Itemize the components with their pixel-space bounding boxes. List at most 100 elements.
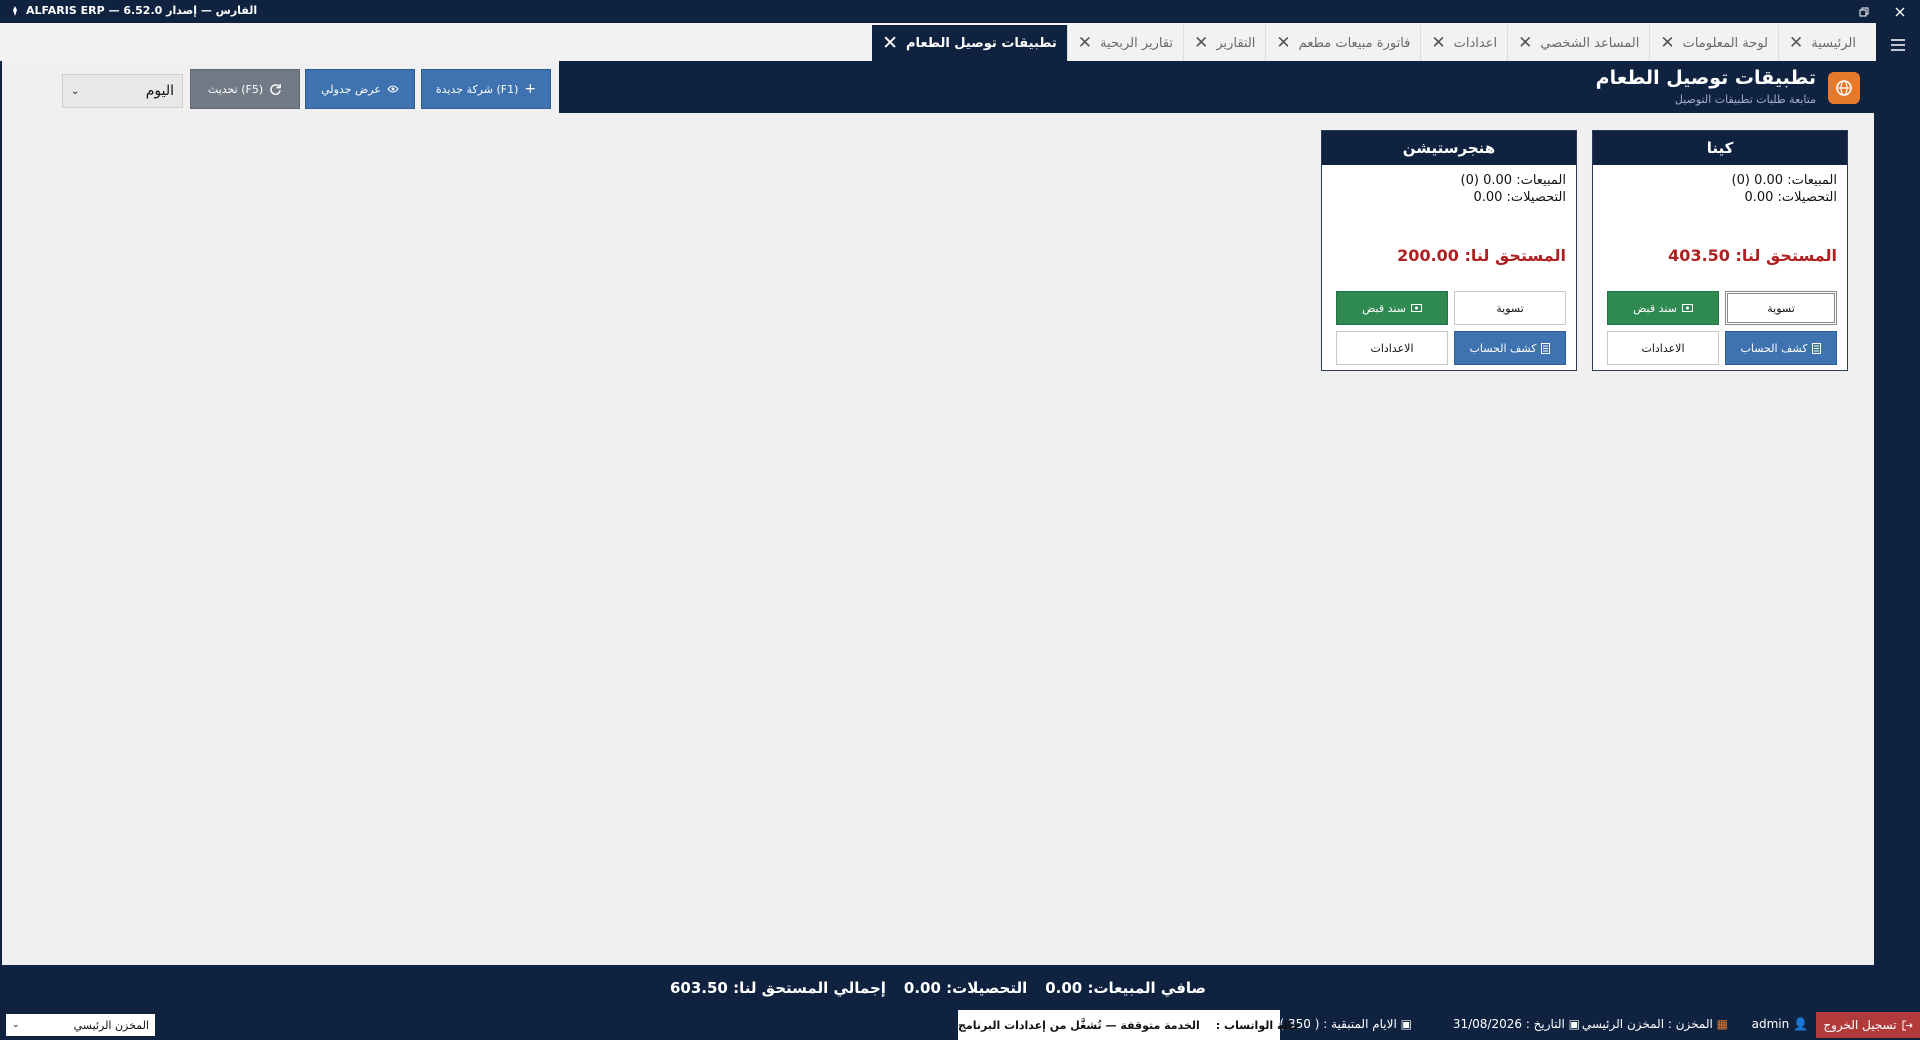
tab-reports[interactable]: التقارير ✕ (1183, 25, 1265, 61)
tab-label: تطبيقات توصيل الطعام (906, 35, 1057, 51)
close-tab-icon[interactable]: ✕ (1078, 34, 1092, 52)
button-label: تحديث (F5) (207, 82, 264, 96)
card-collections: التحصيلات: 0.00 (1473, 190, 1566, 205)
tab-restaurant-invoice[interactable]: فاتورة مبيعات مطعم ✕ (1265, 25, 1420, 61)
logout-button[interactable]: تسجيل الخروج (1816, 1012, 1920, 1038)
delivery-app-card: هنجرستيشن المبيعات: 0.00 (0) التحصيلات: … (1321, 130, 1577, 371)
close-tab-icon[interactable]: ✕ (1194, 34, 1208, 52)
date-text: التاريخ : 31/08/2026 (1452, 1017, 1565, 1031)
table-view-button[interactable]: عرض جدولي (305, 69, 415, 109)
card-collections: التحصيلات: 0.00 (1744, 190, 1837, 205)
globe-icon (1828, 72, 1860, 104)
tab-label: لوحة المعلومات (1682, 35, 1768, 51)
refresh-button[interactable]: تحديث (F5) (190, 69, 300, 109)
settle-button[interactable]: تسوية (1454, 291, 1566, 325)
receipt-voucher-button[interactable]: سند قبض (1336, 291, 1448, 325)
tab-label: الرئيسية (1811, 35, 1856, 51)
tab-bar: الرئيسية ✕ لوحة المعلومات ✕ المساعد الشخصي… (0, 23, 1876, 61)
logout-icon (1902, 1020, 1913, 1030)
button-label: الاعدادات (1641, 341, 1685, 355)
main-panel: تطبيقات توصيل الطعام متابعة طلبات تطبيقا… (2, 61, 1874, 965)
whatsapp-status: حالة الواتساب : الخدمة متوقفة — تُشغَّل … (958, 1010, 1300, 1040)
settle-button[interactable]: تسوية (1725, 291, 1837, 325)
warehouse-icon: ▦ (1716, 1017, 1728, 1031)
cash-icon (1681, 304, 1693, 312)
close-tab-icon[interactable]: ✕ (1518, 34, 1532, 52)
current-user: 👤 admin (1752, 1017, 1808, 1031)
tab-label: التقارير (1216, 35, 1256, 51)
button-label: تسوية (1767, 301, 1795, 315)
button-label: شركة جديدة (F1) (435, 82, 519, 96)
close-window-icon[interactable] (1884, 0, 1916, 23)
delivery-app-card: كينا المبيعات: 0.00 (0) التحصيلات: 0.00 … (1592, 130, 1848, 371)
button-label: تسوية (1496, 301, 1524, 315)
hamburger-menu-icon[interactable] (1876, 23, 1920, 67)
card-due: المستحق لنا: 403.50 (1668, 246, 1837, 265)
warehouse-text: المخزن : المخزن الرئيسي (1581, 1017, 1713, 1031)
warehouse-select[interactable]: ⌄ المخزن الرئيسي (6, 1014, 155, 1036)
button-label: تسجيل الخروج (1823, 1018, 1897, 1032)
total-due: إجمالي المستحق لنا: 603.50 (669, 978, 886, 997)
button-label: الاعدادات (1370, 341, 1414, 355)
tab-label: تقارير الربحية (1100, 35, 1174, 51)
collections-total: التحصيلات: 0.00 (903, 978, 1028, 997)
user-name: admin (1751, 1017, 1790, 1031)
tab-label: فاتورة مبيعات مطعم (1298, 35, 1411, 51)
tab-dashboard[interactable]: لوحة المعلومات ✕ (1649, 25, 1778, 61)
plus-icon: + (524, 81, 537, 97)
card-sales: المبيعات: 0.00 (0) (1460, 173, 1566, 188)
close-tab-icon[interactable]: ✕ (1660, 34, 1674, 52)
account-statement-button[interactable]: كشف الحساب (1725, 331, 1837, 365)
page-header: تطبيقات توصيل الطعام متابعة طلبات تطبيقا… (559, 61, 1874, 113)
window-title-text: ALFARIS ERP — الفارس — إصدار 6.52.0 (26, 4, 258, 17)
page-title: تطبيقات توصيل الطعام (1595, 67, 1816, 89)
user-icon: 👤 (1793, 1017, 1808, 1031)
card-settings-button[interactable]: الاعدادات (1336, 331, 1448, 365)
tab-home[interactable]: الرئيسية ✕ (1777, 25, 1866, 61)
status-warehouse: ▦ المخزن : المخزن الرئيسي (1582, 1017, 1728, 1031)
button-label: كشف الحساب (1469, 341, 1537, 355)
net-sales-total: صافي المبيعات: 0.00 (1045, 978, 1207, 997)
chevron-down-icon: ⌄ (12, 1020, 20, 1030)
tab-label: اعدادات (1453, 35, 1498, 51)
button-label: سند قبض (1362, 301, 1406, 315)
receipt-voucher-button[interactable]: سند قبض (1607, 291, 1719, 325)
cash-icon (1410, 304, 1422, 312)
whatsapp-status-text: الخدمة متوقفة — تُشغَّل من إعدادات البرن… (958, 1018, 1200, 1032)
eye-icon (387, 85, 399, 93)
tab-delivery-apps[interactable]: تطبيقات توصيل الطعام ✕ (872, 25, 1067, 61)
close-tab-icon[interactable]: ✕ (882, 33, 898, 53)
title-bar: ALFARIS ERP — الفارس — إصدار 6.52.0 (0, 0, 1920, 23)
card-due: المستحق لنا: 200.00 (1397, 246, 1566, 265)
card-sales: المبيعات: 0.00 (0) (1731, 173, 1837, 188)
card-title: كينا (1593, 131, 1847, 165)
period-select[interactable]: ⌄ اليوم (62, 74, 183, 108)
calendar-icon: ▣ (1568, 1017, 1580, 1031)
close-tab-icon[interactable]: ✕ (1431, 34, 1445, 52)
close-tab-icon[interactable]: ✕ (1276, 34, 1290, 52)
period-value: اليوم (145, 83, 174, 99)
right-side-strip (1876, 67, 1920, 1010)
button-label: سند قبض (1633, 301, 1677, 315)
tab-personal-assistant[interactable]: المساعد الشخصي ✕ (1507, 25, 1649, 61)
chevron-down-icon: ⌄ (71, 85, 80, 97)
close-tab-icon[interactable]: ✕ (1789, 34, 1803, 52)
summary-bar: صافي المبيعات: 0.00 التحصيلات: 0.00 إجما… (2, 965, 1874, 1010)
document-icon (1541, 342, 1551, 354)
tab-label: المساعد الشخصي (1540, 35, 1640, 51)
document-icon (1812, 342, 1822, 354)
button-label: عرض جدولي (321, 82, 381, 96)
card-settings-button[interactable]: الاعدادات (1607, 331, 1719, 365)
restore-icon[interactable] (1848, 0, 1880, 23)
warehouse-select-value: المخزن الرئيسي (73, 1018, 149, 1032)
window-title: ALFARIS ERP — الفارس — إصدار 6.52.0 (10, 4, 257, 17)
card-title: هنجرستيشن (1322, 131, 1576, 165)
tab-settings[interactable]: اعدادات ✕ (1420, 25, 1507, 61)
app-logo-icon (13, 5, 17, 16)
account-statement-button[interactable]: كشف الحساب (1454, 331, 1566, 365)
whatsapp-label: حالة الواتساب : (1215, 1018, 1300, 1032)
refresh-icon (270, 83, 281, 95)
new-company-button[interactable]: شركة جديدة (F1) + (421, 69, 551, 109)
tab-profit-reports[interactable]: تقارير الربحية ✕ (1066, 25, 1183, 61)
calendar-icon: ▣ (1400, 1017, 1412, 1031)
